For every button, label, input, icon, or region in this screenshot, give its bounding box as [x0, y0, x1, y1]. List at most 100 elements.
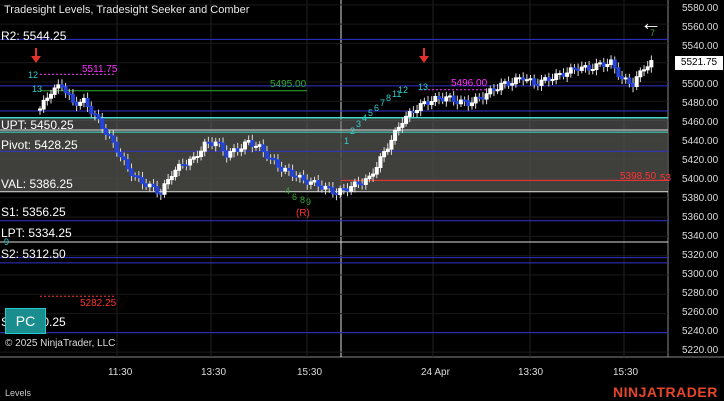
level-label-upt: UPT: 5450.25: [1, 118, 74, 132]
candle-up: [590, 69, 595, 72]
candle-down: [144, 183, 149, 188]
candle-up: [166, 179, 171, 185]
candle-up: [433, 96, 438, 103]
candle-up: [52, 87, 57, 95]
candle-up: [38, 108, 42, 111]
candle-up: [550, 79, 555, 82]
candle-up: [374, 166, 379, 175]
candle-up: [202, 141, 207, 152]
candle-up: [352, 181, 357, 188]
candle-up: [169, 176, 174, 181]
candle-down: [67, 92, 72, 96]
annotation-5495: 5495.00: [270, 79, 307, 90]
comber-count: 4: [285, 186, 291, 196]
back-arrow-icon[interactable]: ←: [640, 10, 662, 36]
candle-up: [645, 66, 650, 71]
candle-up: [583, 65, 588, 68]
candle-up: [488, 88, 493, 95]
candle-down: [301, 174, 306, 181]
candle-down: [235, 148, 240, 152]
candle-down: [96, 114, 101, 120]
candle-down: [210, 142, 215, 147]
annotation-5511: 5511.75: [82, 64, 118, 75]
candle-up: [228, 151, 233, 158]
annotation-r: (R): [296, 208, 310, 219]
pc-button[interactable]: PC: [5, 308, 46, 334]
candle-up: [382, 151, 387, 158]
ninjatrader-logo: NINJATRADER: [613, 384, 718, 400]
candle-up: [638, 70, 643, 78]
candle-up: [429, 101, 434, 106]
annotation-5398: 5398.50: [620, 171, 657, 182]
level-label-r2: R2: 5544.25: [1, 29, 67, 43]
candle-down: [92, 113, 97, 116]
candle-up: [177, 163, 182, 171]
candle-down: [345, 188, 350, 192]
candle-up: [502, 81, 507, 84]
candle-down: [125, 159, 130, 170]
candle-down: [572, 67, 577, 70]
candle-down: [411, 111, 416, 114]
candle-up: [444, 96, 449, 102]
seeker-count: 13: [32, 84, 43, 94]
candle-down: [506, 81, 511, 86]
candle-up: [579, 66, 584, 71]
annotation-53: 53: [660, 173, 672, 184]
candle-up: [253, 145, 258, 148]
candle-up: [469, 102, 474, 107]
candle-down: [268, 157, 273, 160]
candle-up: [473, 96, 478, 104]
candle-down: [111, 135, 116, 143]
candle-up: [448, 95, 452, 98]
candle-down: [356, 181, 361, 185]
candle-up: [367, 175, 372, 180]
level-label-pivot: Pivot: 5428.25: [1, 138, 78, 152]
candle-down: [426, 101, 431, 106]
candle-down: [319, 185, 324, 190]
price-tick: 5220.00: [682, 345, 719, 356]
candle-up: [565, 72, 570, 77]
candle-down: [158, 192, 163, 195]
seeker-count: 3: [356, 119, 362, 129]
price-tick: 5460.00: [682, 117, 719, 128]
price-tick: 5260.00: [682, 307, 719, 318]
candle-up: [642, 69, 647, 72]
candle-up: [371, 173, 376, 177]
seeker-count: 6: [374, 103, 380, 113]
seeker-count: 13: [418, 82, 429, 92]
candle-up: [649, 60, 654, 68]
candle-up: [48, 93, 53, 99]
candle-down: [59, 84, 64, 88]
candle-down: [466, 100, 471, 107]
candle-down: [103, 127, 108, 135]
candle-up: [378, 156, 383, 168]
candle-down: [334, 193, 339, 196]
candle-down: [546, 77, 551, 82]
candle-up: [554, 73, 559, 81]
level-label-s1: S1: 5356.25: [1, 205, 66, 219]
price-tick: 5240.00: [682, 326, 719, 337]
candle-down: [74, 101, 79, 106]
price-tick: 5400.00: [682, 174, 719, 185]
candle-up: [199, 150, 204, 158]
candle-down: [627, 77, 632, 84]
candle-up: [609, 59, 614, 65]
candle-down: [129, 168, 134, 177]
candle-down: [151, 183, 156, 188]
candle-down: [316, 180, 321, 187]
candle-up: [147, 183, 152, 188]
candle-down: [360, 183, 365, 186]
candle-down: [155, 186, 160, 194]
level-label-s2: S2: 5312.50: [1, 247, 66, 261]
upper-zone: [0, 118, 668, 131]
level-label-val: VAL: 5386.25: [1, 177, 73, 191]
candle-down: [290, 169, 295, 177]
candle-down: [114, 141, 119, 153]
down-arrow-icon: [419, 56, 429, 63]
candle-up: [458, 99, 463, 105]
candle-down: [327, 185, 332, 189]
price-tick: 5280.00: [682, 288, 719, 299]
candle-down: [587, 65, 592, 71]
candle-up: [257, 144, 262, 147]
price-tick: 5540.00: [682, 41, 719, 52]
